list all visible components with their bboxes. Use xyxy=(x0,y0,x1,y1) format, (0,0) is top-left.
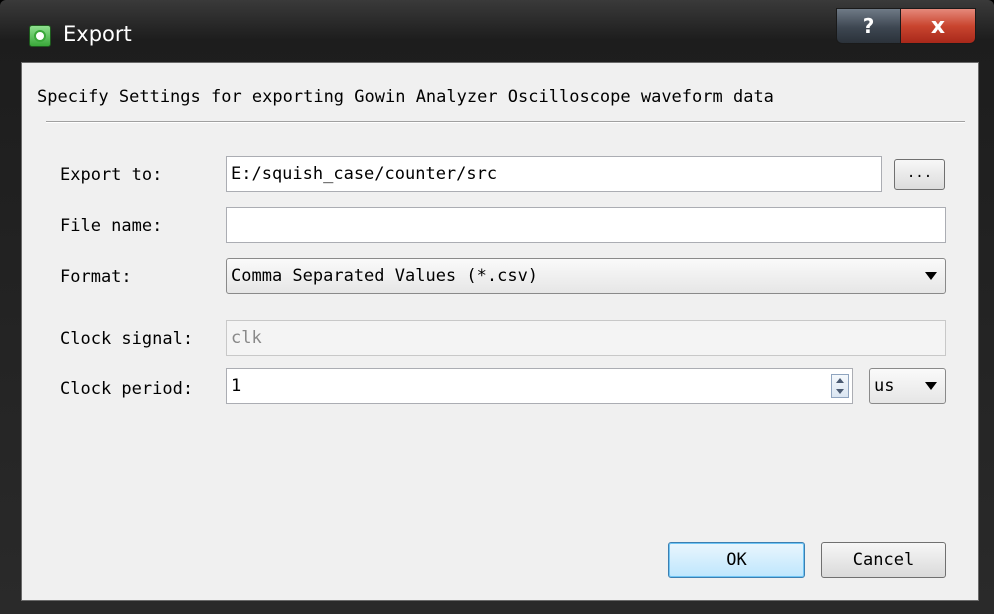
format-select[interactable]: Comma Separated Values (*.csv) xyxy=(226,258,946,294)
clock-signal-field: clk xyxy=(226,320,946,356)
export-dialog-window: Export ? x Specify Settings for exportin… xyxy=(0,0,994,614)
ok-button[interactable]: OK xyxy=(668,542,805,578)
export-to-label: Export to: xyxy=(60,165,163,185)
clock-signal-label: Clock signal: xyxy=(60,329,194,349)
spin-down-icon[interactable] xyxy=(836,389,844,394)
chevron-down-icon xyxy=(925,382,937,390)
chevron-down-icon xyxy=(925,272,937,280)
format-label: Format: xyxy=(60,267,132,287)
dialog-header: Specify Settings for exporting Gowin Ana… xyxy=(37,87,774,107)
cancel-button[interactable]: Cancel xyxy=(821,542,946,578)
close-button[interactable]: x xyxy=(900,8,976,44)
help-button[interactable]: ? xyxy=(836,8,901,44)
header-separator xyxy=(46,121,965,123)
clock-period-field[interactable]: 1 xyxy=(226,368,853,404)
file-name-field[interactable] xyxy=(226,207,946,243)
export-to-field[interactable]: E:/squish_case/counter/src xyxy=(226,156,882,192)
clock-unit-select[interactable]: us xyxy=(869,368,946,404)
app-icon xyxy=(29,25,51,47)
file-name-label: File name: xyxy=(60,216,163,236)
spin-up-icon[interactable] xyxy=(836,378,844,383)
clock-period-label: Clock period: xyxy=(60,379,194,399)
clock-unit-value: us xyxy=(874,376,895,396)
dialog-body: Specify Settings for exporting Gowin Ana… xyxy=(21,62,979,601)
browse-button[interactable]: ... xyxy=(894,159,945,190)
clock-period-spinner[interactable] xyxy=(831,374,849,398)
title-bar[interactable]: Export ? x xyxy=(0,0,994,60)
format-select-value: Comma Separated Values (*.csv) xyxy=(231,266,539,286)
window-title: Export xyxy=(63,22,132,46)
